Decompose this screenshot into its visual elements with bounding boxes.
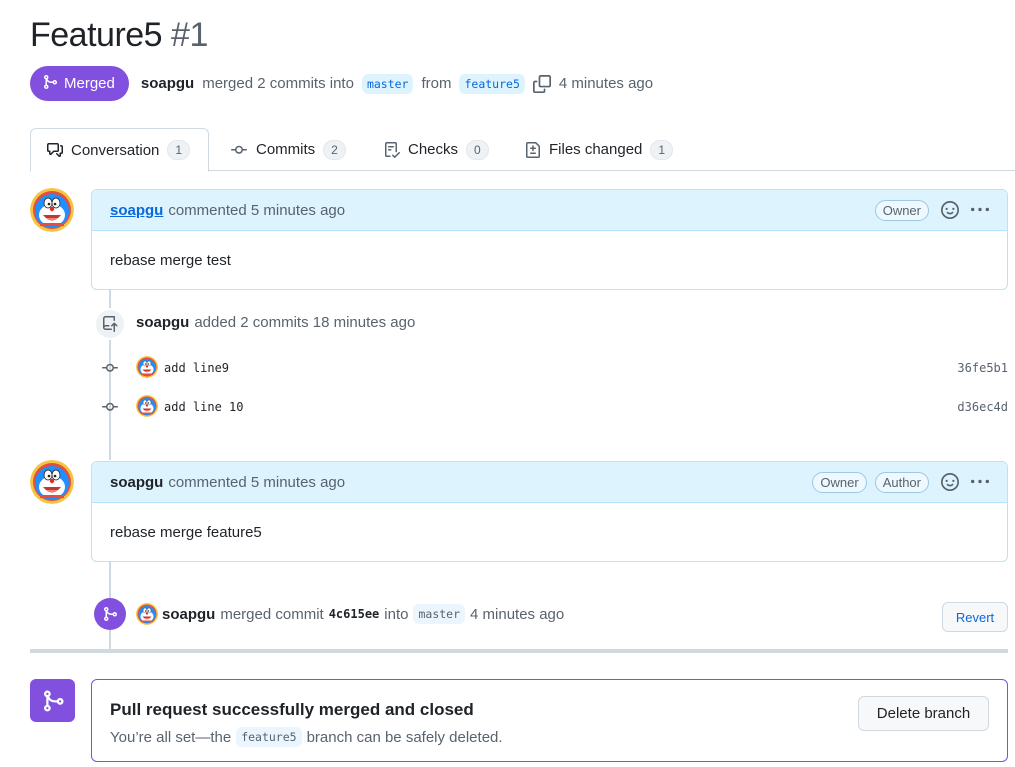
merge-into-text: into [384,605,409,623]
smiley-icon[interactable] [941,473,959,491]
revert-button[interactable]: Revert [942,602,1008,632]
tab-commits-label: Commits [256,141,316,158]
comment-header: soapgu commented 5 minutes ago Owner [92,190,1007,231]
comment-author-link[interactable]: soapgu [110,474,163,491]
merger-link[interactable]: soapgu [141,75,194,92]
commit-message-link[interactable]: add line9 [164,361,229,375]
comment-header: soapgu commented 5 minutes ago Owner Aut… [92,462,1007,503]
commit-message-link[interactable]: add line 10 [164,400,243,414]
merge-event: soapgu merged commit 4c615ee into master… [162,604,564,624]
comment-box: soapgu commented 5 minutes ago Owner Aut… [91,461,1008,562]
tab-conversation[interactable]: Conversation 1 [30,128,210,172]
merge-status-title: Pull request successfully merged and clo… [110,700,474,719]
commit-row: add line 10 d36ec4d [100,395,1008,419]
delete-branch-button[interactable]: Delete branch [858,696,989,731]
git-commit-icon [100,360,120,376]
tab-files-changed[interactable]: Files changed 1 [525,128,674,171]
tab-commits-count: 2 [323,139,346,160]
author-badge: Author [874,471,929,493]
commits-added-text: added 2 commits 18 minutes ago [194,314,416,331]
tab-conversation-count: 1 [167,140,191,160]
comment-discussion-icon [47,142,63,158]
avatar[interactable] [136,395,158,417]
event-author-link[interactable]: soapgu [162,606,215,623]
copy-icon[interactable] [532,74,551,93]
git-merge-icon [30,679,75,722]
base-branch-tag[interactable]: master [413,604,466,624]
comment-meta[interactable]: commented 5 minutes ago [168,202,345,219]
git-merge-icon [42,74,58,94]
tab-checks[interactable]: Checks 0 [384,128,489,171]
tab-checks-count: 0 [466,139,489,160]
kebab-horizontal-icon[interactable] [971,201,989,219]
comment-box: soapgu commented 5 minutes ago Owner reb… [91,189,1008,290]
event-author-link[interactable]: soapgu [136,314,189,331]
merge-summary-text: merged 2 commits into [202,75,354,92]
git-commit-icon [230,142,248,158]
base-branch-tag[interactable]: master [361,73,414,94]
avatar[interactable] [136,603,158,625]
git-merge-icon [94,598,126,630]
tab-files-changed-label: Files changed [549,141,643,158]
tab-files-changed-count: 1 [650,139,674,160]
commit-sha-link[interactable]: d36ec4d [957,400,1008,414]
file-diff-icon [525,141,541,158]
merged-state-label: Merged [64,75,115,92]
checklist-icon [384,141,400,158]
head-branch-tag[interactable]: feature5 [236,727,302,747]
comment-body: rebase merge test [110,251,231,269]
pr-number: #1 [171,16,208,54]
tab-commits[interactable]: Commits 2 [230,128,346,171]
merge-time: 4 minutes ago [558,75,654,92]
commit-row: add line9 36fe5b1 [100,356,1008,380]
comment-meta[interactable]: commented 5 minutes ago [168,474,345,491]
pr-title-text: Feature5 [30,16,163,54]
pr-state-row: Merged soapgu merged 2 commits into mast… [30,66,653,101]
avatar[interactable] [30,460,74,504]
repo-push-icon [94,308,126,340]
git-commit-icon [100,399,120,415]
merge-status-subtitle: You’re all set—the feature5 branch can b… [110,727,503,747]
avatar[interactable] [136,356,158,378]
tab-checks-label: Checks [408,141,459,158]
commits-added-event: soapgu added 2 commits 18 minutes ago [136,314,415,331]
pr-title: Feature5 #1 [30,16,208,55]
owner-badge: Owner [812,471,867,493]
timeline-divider [30,649,1008,653]
tab-conversation-label: Conversation [71,141,160,159]
merge-commit-sha[interactable]: 4c615ee [329,607,380,621]
kebab-horizontal-icon[interactable] [971,473,989,491]
avatar[interactable] [30,188,74,232]
merge-event-time: 4 minutes ago [470,605,565,623]
commit-sha-link[interactable]: 36fe5b1 [957,361,1008,375]
pr-tabs: Conversation 1 Commits 2 Checks 0 Files … [30,128,1015,172]
comment-body: rebase merge feature5 [110,523,262,541]
head-branch-tag[interactable]: feature5 [459,73,525,94]
merged-state-badge: Merged [30,66,129,101]
comment-author-link[interactable]: soapgu [110,202,163,219]
from-text: from [421,75,452,92]
merge-event-text: merged commit [220,605,324,623]
merge-sub-suffix: branch can be safely deleted. [306,728,503,746]
owner-badge: Owner [874,199,929,221]
merge-sub-prefix: You’re all set—the [110,728,232,746]
smiley-icon[interactable] [941,201,959,219]
merge-status-box: Pull request successfully merged and clo… [91,679,1008,762]
